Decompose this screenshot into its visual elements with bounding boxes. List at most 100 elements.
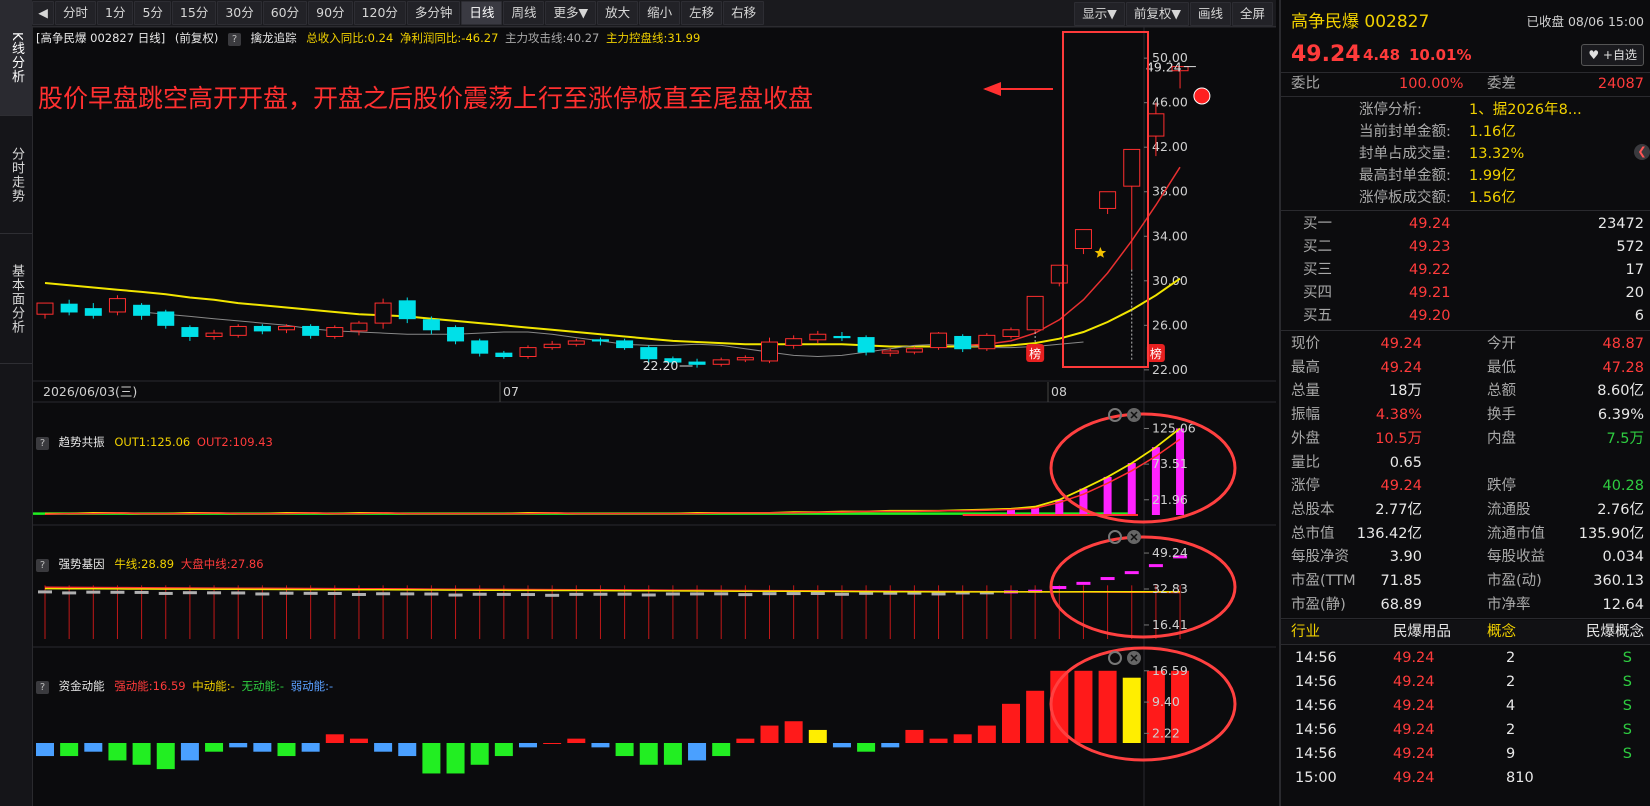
add-watchlist-button[interactable]: ♥ +自选: [1581, 44, 1644, 66]
tick-price: 49.24: [1393, 698, 1435, 714]
candle-body: [447, 327, 465, 342]
quote-label: 流通股: [1487, 501, 1531, 518]
move-right-button[interactable]: 右移: [723, 1, 765, 25]
price-tick-label: 42.00: [1152, 139, 1188, 154]
candle-body: [978, 334, 996, 350]
profit-yoy: 净利润同比:-46.27: [399, 31, 499, 45]
gene-mark: [1148, 564, 1163, 568]
quote-value: 2.76亿: [1597, 501, 1644, 518]
candle-body: [253, 325, 271, 332]
more-dropdown[interactable]: 更多▼: [545, 1, 597, 25]
highlight-ellipse: [1049, 535, 1237, 639]
period-multi[interactable]: 多分钟: [406, 1, 461, 25]
period-60m[interactable]: 60分: [262, 1, 308, 25]
quote-value: 68.89: [1380, 596, 1422, 613]
fund-bar: [663, 743, 682, 765]
candle-body: [350, 322, 368, 332]
quote-row: 封单占成交量: 13.32%: [1281, 142, 1650, 166]
fund-bar: [205, 743, 224, 752]
zoom-out-button[interactable]: 缩小: [639, 1, 681, 25]
stock-label: [高争民爆 002827 日线]: [36, 31, 166, 45]
price-change: 4.48: [1363, 46, 1401, 64]
period-30m[interactable]: 30分: [217, 1, 262, 25]
zt-value: 1.99亿: [1469, 168, 1516, 184]
quote-row: 买四 49.21 20: [1281, 281, 1650, 305]
panel2-axis-label: 32.83: [1152, 581, 1188, 596]
bid-price: 49.23: [1409, 239, 1451, 255]
period-90m[interactable]: 90分: [308, 1, 353, 25]
help-icon[interactable]: ?: [36, 681, 49, 694]
help-icon[interactable]: ?: [36, 559, 49, 572]
candle-body: [1050, 264, 1068, 284]
fund-bar: [1074, 670, 1093, 743]
candle-body: [519, 347, 537, 358]
price-tick-label: 38.00: [1152, 184, 1188, 199]
move-left-button[interactable]: 左移: [681, 1, 723, 25]
rank-badge-text: 榜: [1150, 346, 1162, 361]
price-tick-label: 34.00: [1152, 228, 1188, 243]
industry-value[interactable]: 民爆用品: [1393, 620, 1451, 644]
candle-body: [1147, 113, 1165, 137]
period-15m[interactable]: 15分: [171, 1, 217, 25]
collapse-icon[interactable]: ❮: [1634, 144, 1650, 160]
fund-bar: [301, 743, 320, 752]
help-icon[interactable]: ?: [36, 437, 49, 450]
fund-bar: [567, 738, 586, 743]
quote-value: 0.034: [1602, 549, 1644, 566]
fund-bar: [229, 743, 248, 748]
quote-value: 6.39%: [1597, 407, 1644, 424]
help-icon[interactable]: ?: [227, 33, 241, 46]
period-1min-chart[interactable]: 分时: [55, 1, 97, 25]
zoom-in-button[interactable]: 放大: [597, 1, 639, 25]
weicha-label: 委差: [1487, 76, 1516, 92]
gene-mark: [1076, 581, 1091, 585]
gene-mark: [834, 592, 849, 596]
period-daily[interactable]: 日线: [461, 1, 503, 25]
gene-mark: [496, 592, 511, 596]
fund-bar: [253, 743, 272, 752]
quote-label: 振幅: [1291, 407, 1320, 424]
candle-body: [84, 308, 102, 316]
panel3-header: ? 资金动能 强动能:16.59 中动能:- 无动能:- 弱动能:-: [36, 677, 339, 695]
quote-label: 市盈(动): [1487, 573, 1542, 589]
quote-value: 4.38%: [1375, 407, 1422, 424]
quote-label: 最高: [1291, 359, 1320, 376]
tab-k-line[interactable]: K线分析: [0, 0, 32, 116]
tick-price: 49.24: [1393, 770, 1435, 786]
quote-label: 总市值: [1291, 525, 1335, 542]
candle-body: [133, 304, 151, 316]
quote-label: 流通市值: [1487, 525, 1545, 542]
gene-mark: [376, 592, 391, 596]
adjust-dropdown[interactable]: 前复权▼: [1125, 2, 1189, 26]
tab-intraday[interactable]: 分时走势: [0, 116, 32, 234]
quote-panel: 高争民爆 002827 已收盘 08/06 15:00 49.24 4.48 1…: [1279, 0, 1650, 806]
period-weekly[interactable]: 周线: [503, 1, 545, 25]
candle-body: [688, 361, 706, 365]
tab-fundamentals[interactable]: 基本面分析: [0, 234, 32, 364]
period-1m[interactable]: 1分: [97, 1, 134, 25]
gene-mark: [521, 593, 535, 597]
draw-button[interactable]: 画线: [1189, 2, 1231, 26]
gene-mark: [593, 592, 608, 596]
display-dropdown[interactable]: 显示▼: [1074, 2, 1125, 26]
quote-row: 总量 18万 总额 8.60亿: [1281, 379, 1650, 403]
concept-value[interactable]: 民爆概念: [1586, 620, 1644, 644]
tick-volume: 2: [1506, 674, 1516, 690]
tick-side: S: [1622, 722, 1632, 738]
fullscreen-button[interactable]: 全屏: [1231, 2, 1273, 26]
period-120m[interactable]: 120分: [353, 1, 406, 25]
zt-value: 1.16亿: [1469, 124, 1516, 140]
left-sidebar: K线分析 分时走势 基本面分析: [0, 0, 33, 806]
fund-bar: [712, 743, 731, 757]
fund-bar: [60, 743, 79, 757]
alert-icon: [1193, 87, 1211, 105]
gene-mark: [1100, 577, 1115, 581]
fund-bar: [905, 729, 924, 743]
price-tick-label: 26.00: [1152, 317, 1188, 332]
panel1-axis-label: 73.51: [1152, 456, 1188, 471]
candle-body: [1099, 191, 1117, 209]
candle-body: [471, 340, 489, 354]
period-5m[interactable]: 5分: [134, 1, 171, 25]
back-icon[interactable]: ◀: [32, 1, 54, 25]
quote-row: 量比 0.65: [1281, 451, 1650, 475]
